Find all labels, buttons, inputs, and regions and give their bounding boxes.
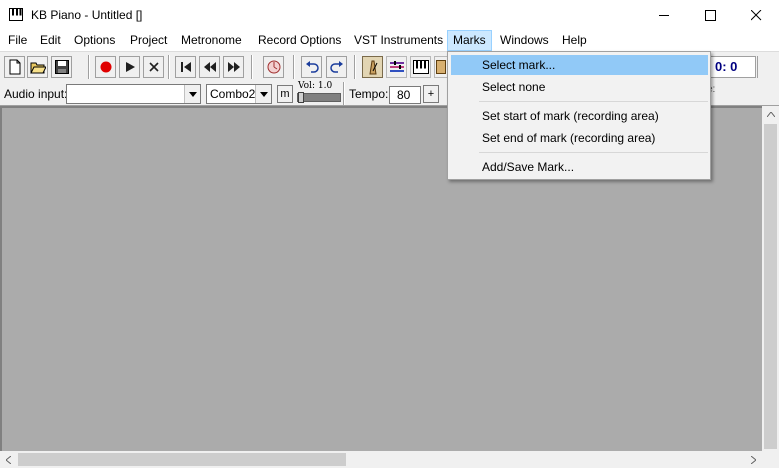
vertical-scroll-thumb[interactable] bbox=[764, 124, 777, 449]
record-icon bbox=[100, 61, 111, 73]
scrollbar-corner bbox=[762, 451, 779, 468]
play-icon bbox=[125, 62, 135, 72]
chevron-down-icon bbox=[184, 85, 200, 103]
volume-slider[interactable] bbox=[297, 92, 341, 103]
menu-metronome[interactable]: Metronome bbox=[175, 30, 248, 51]
menu-separator bbox=[479, 101, 708, 102]
maximize-icon bbox=[704, 9, 716, 21]
new-file-icon bbox=[9, 59, 20, 75]
combo-value: Combo2 bbox=[210, 87, 256, 101]
menu-marks[interactable]: Marks bbox=[447, 30, 492, 51]
menu-vst-instruments[interactable]: VST Instruments bbox=[348, 30, 449, 51]
save-icon bbox=[54, 60, 69, 74]
menu-file[interactable]: File bbox=[2, 30, 33, 51]
volume-slider-thumb[interactable] bbox=[298, 92, 304, 103]
menu-help[interactable]: Help bbox=[556, 30, 593, 51]
piano-keys-button[interactable] bbox=[410, 56, 431, 78]
menu-options[interactable]: Options bbox=[68, 30, 121, 51]
tempo-plus-button[interactable]: + bbox=[423, 85, 439, 103]
minimize-icon bbox=[658, 14, 669, 16]
horizontal-scroll-thumb[interactable] bbox=[18, 453, 346, 466]
minimize-button[interactable] bbox=[641, 0, 687, 30]
time-counter: 0: 0 bbox=[704, 56, 756, 78]
volume-label: Vol: 1.0 bbox=[298, 81, 333, 91]
mixer-icon bbox=[389, 61, 404, 72]
mixer-button[interactable] bbox=[386, 56, 407, 78]
menu-record-options[interactable]: Record Options bbox=[252, 30, 347, 51]
m-button[interactable]: m bbox=[277, 85, 293, 103]
menu-windows[interactable]: Windows bbox=[494, 30, 555, 51]
metronome-button[interactable] bbox=[362, 56, 383, 78]
fast-forward-button[interactable] bbox=[223, 56, 244, 78]
stop-icon bbox=[148, 62, 159, 72]
metronome-sync-button[interactable] bbox=[263, 56, 284, 78]
rewind-button[interactable] bbox=[199, 56, 220, 78]
title-bar: KB Piano - Untitled [] bbox=[0, 0, 779, 30]
horizontal-scrollbar[interactable] bbox=[0, 451, 762, 468]
stop-button[interactable] bbox=[143, 56, 164, 78]
combo-select[interactable]: Combo2 bbox=[206, 84, 272, 104]
menu-separator bbox=[479, 152, 708, 153]
menu-item-select-none[interactable]: Select none bbox=[451, 77, 708, 97]
menu-item-set-end-mark[interactable]: Set end of mark (recording area) bbox=[451, 128, 708, 148]
metronome-sync-icon bbox=[267, 60, 280, 74]
counter-side-panel bbox=[757, 56, 779, 78]
window-title: KB Piano - Untitled [] bbox=[31, 8, 143, 22]
instrument-icon bbox=[436, 60, 446, 74]
menu-item-add-save-mark[interactable]: Add/Save Mark... bbox=[451, 157, 708, 177]
instrument-button[interactable] bbox=[434, 56, 448, 78]
chevron-down-icon bbox=[255, 85, 271, 103]
save-button[interactable] bbox=[51, 56, 72, 78]
scroll-left-icon[interactable] bbox=[0, 451, 17, 468]
open-button[interactable] bbox=[27, 56, 48, 78]
vertical-scrollbar[interactable] bbox=[762, 106, 779, 451]
go-to-start-button[interactable] bbox=[175, 56, 196, 78]
tempo-label: Tempo: bbox=[349, 87, 389, 101]
rewind-start-icon bbox=[180, 62, 191, 72]
scroll-up-icon[interactable] bbox=[762, 106, 779, 123]
undo-icon bbox=[305, 61, 319, 73]
record-button[interactable] bbox=[95, 56, 116, 78]
open-folder-icon bbox=[29, 62, 46, 74]
menu-edit[interactable]: Edit bbox=[34, 30, 67, 51]
play-button[interactable] bbox=[119, 56, 140, 78]
marks-dropdown-menu: Select mark... Select none Set start of … bbox=[447, 51, 711, 180]
fast-forward-icon bbox=[227, 62, 240, 72]
new-file-button[interactable] bbox=[4, 56, 25, 78]
undo-button[interactable] bbox=[301, 56, 322, 78]
menu-project[interactable]: Project bbox=[124, 30, 173, 51]
menu-bar: File Edit Options Project Metronome Reco… bbox=[0, 30, 779, 51]
audio-input-label: Audio input: bbox=[4, 87, 68, 101]
redo-icon bbox=[329, 61, 343, 73]
close-icon bbox=[750, 9, 761, 20]
audio-input-select[interactable] bbox=[66, 84, 201, 104]
redo-button[interactable] bbox=[326, 56, 347, 78]
scroll-right-icon[interactable] bbox=[745, 451, 762, 468]
piano-app-icon bbox=[9, 8, 23, 21]
piano-keys-icon bbox=[412, 60, 429, 74]
tempo-input[interactable]: 80 bbox=[389, 86, 421, 104]
rewind-icon bbox=[203, 62, 216, 72]
menu-item-select-mark[interactable]: Select mark... bbox=[451, 55, 708, 75]
close-button[interactable] bbox=[733, 0, 779, 30]
maximize-button[interactable] bbox=[687, 0, 733, 30]
menu-item-set-start-mark[interactable]: Set start of mark (recording area) bbox=[451, 106, 708, 126]
metronome-icon bbox=[368, 60, 377, 74]
